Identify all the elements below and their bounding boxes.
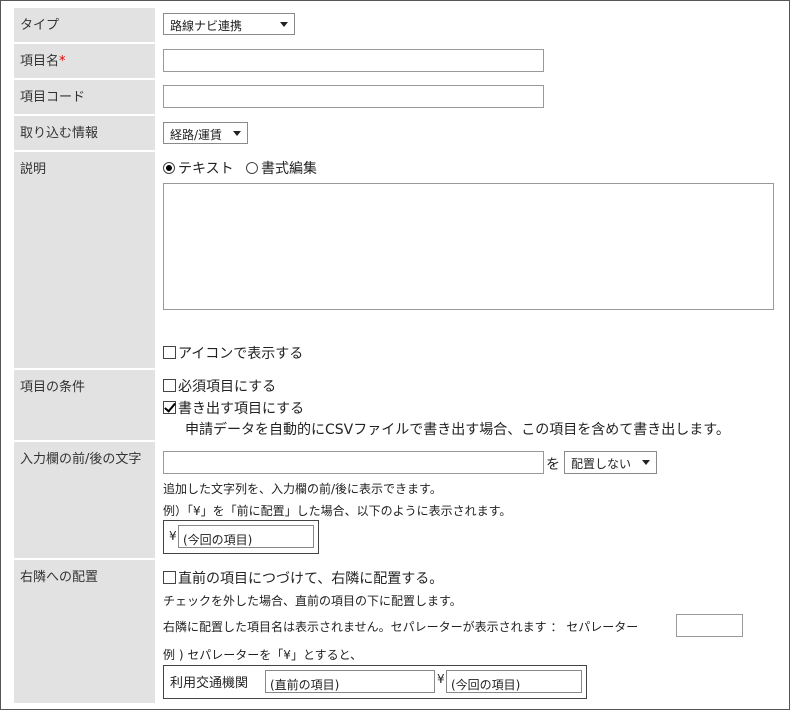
item-code-input[interactable] — [163, 85, 544, 108]
row-item-code: 項目コード — [14, 80, 789, 114]
label-item-code: 項目コード — [14, 80, 155, 114]
export-checkbox[interactable]: 書き出す項目にする — [163, 398, 304, 418]
item-name-input[interactable] — [163, 49, 544, 72]
radio-rich-label: 書式編集 — [261, 161, 318, 177]
placement-select[interactable]: 配置しない — [564, 451, 657, 474]
type-select[interactable]: 路線ナビ連携 — [163, 13, 295, 35]
checkbox-icon — [163, 346, 176, 359]
right-placement-note-3: 例 ) セパレーターを「¥」とすると、 — [163, 648, 363, 662]
icon-display-label: アイコンで表示する — [178, 346, 304, 362]
chevron-down-icon — [233, 131, 241, 136]
radio-text-label: テキスト — [178, 161, 234, 177]
placement-select-value: 配置しない — [571, 457, 632, 471]
example-current-field: (今回の項目) — [446, 670, 582, 693]
right-placement-example-box: 利用交通機関 (直前の項目) ¥ (今回の項目) — [163, 665, 587, 699]
export-note: 申請データを自動的にCSVファイルで書き出す場合、この項目を含めて書き出します。 — [185, 422, 730, 438]
row-description: 説明 テキスト 書式編集 アイコンで表示する — [14, 152, 789, 368]
chevron-down-icon — [642, 460, 650, 465]
label-conditions: 項目の条件 — [14, 370, 155, 440]
chevron-down-icon — [280, 22, 288, 27]
surrounding-note-2: 例）「¥」を「前に配置」した場合、以下のように表示されます。 — [163, 504, 512, 518]
required-mark: * — [59, 54, 66, 69]
radio-rich[interactable]: 書式編集 — [246, 161, 317, 177]
settings-form: タイプ 路線ナビ連携 項目名* 項目コード 取り込む情報 経路/運賃 説明 テキ… — [0, 0, 790, 710]
icon-display-checkbox[interactable]: アイコンで表示する — [163, 343, 303, 363]
right-placement-checkbox[interactable]: 直前の項目につづけて、右隣に配置する。 — [163, 568, 443, 588]
required-checkbox-label: 必須項目にする — [178, 379, 277, 395]
import-info-select-value: 経路/運賃 — [170, 128, 223, 142]
radio-selected-icon — [163, 162, 175, 174]
description-textarea[interactable] — [163, 183, 774, 310]
example-label: 利用交通機関 — [170, 676, 249, 691]
row-item-name: 項目名* — [14, 44, 789, 78]
checkbox-checked-icon — [163, 401, 176, 414]
right-placement-note-1: チェックを外した場合、直前の項目の下に配置します。 — [163, 594, 462, 608]
example-prev-field: (直前の項目) — [265, 670, 435, 693]
export-checkbox-label: 書き出す項目にする — [178, 401, 305, 417]
label-import-info: 取り込む情報 — [14, 116, 155, 150]
example-current-field: (今回の項目) — [178, 525, 314, 548]
radio-text[interactable]: テキスト — [163, 161, 234, 177]
separator-input[interactable] — [676, 614, 743, 637]
right-placement-note-2: 右隣に配置した項目名は表示されません。セパレーターが表示されます ： セパレータ… — [163, 620, 639, 634]
particle-text: を — [546, 457, 560, 473]
format-radio-group: テキスト 書式編集 — [163, 158, 317, 178]
example-prefix: ¥ — [169, 529, 177, 543]
checkbox-icon — [163, 379, 176, 392]
type-select-value: 路線ナビ連携 — [170, 19, 243, 33]
example-separator: ¥ — [437, 672, 445, 686]
right-placement-checkbox-label: 直前の項目につづけて、右隣に配置する。 — [178, 571, 444, 587]
surrounding-note-1: 追加した文字列を、入力欄の前/後に表示できます。 — [163, 482, 442, 496]
row-conditions: 項目の条件 必須項目にする 書き出す項目にする 申請データを自動的にCSVファイ… — [14, 370, 789, 440]
row-right-placement: 右隣への配置 直前の項目につづけて、右隣に配置する。 チェックを外した場合、直前… — [14, 560, 789, 703]
checkbox-icon — [163, 571, 176, 584]
row-import-info: 取り込む情報 経路/運賃 — [14, 116, 789, 150]
surrounding-example-box: ¥ (今回の項目) — [163, 520, 319, 554]
import-info-select[interactable]: 経路/運賃 — [163, 122, 248, 144]
label-right-placement: 右隣への配置 — [14, 560, 155, 703]
label-item-name: 項目名* — [14, 44, 155, 78]
label-surrounding-text: 入力欄の前/後の文字 — [14, 442, 155, 558]
row-type: タイプ 路線ナビ連携 — [14, 8, 789, 42]
radio-unselected-icon — [246, 162, 259, 174]
label-type: タイプ — [14, 8, 155, 42]
label-description: 説明 — [14, 152, 155, 368]
label-item-name-text: 項目名 — [20, 54, 60, 69]
required-checkbox[interactable]: 必須項目にする — [163, 376, 276, 396]
surrounding-text-input[interactable] — [163, 451, 544, 474]
row-surrounding-text: 入力欄の前/後の文字 を 配置しない 追加した文字列を、入力欄の前/後に表示でき… — [14, 442, 789, 558]
